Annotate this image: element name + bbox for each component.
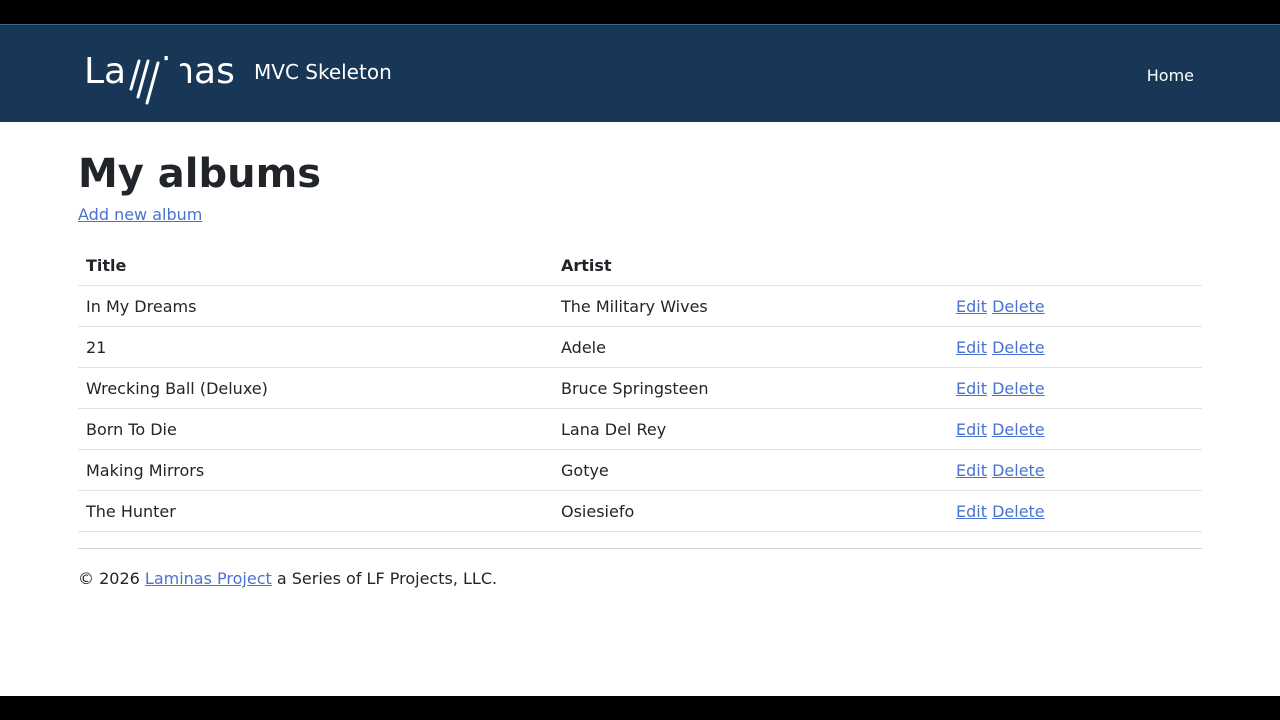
row-actions: Edit Delete xyxy=(948,326,1202,368)
album-artist: Adele xyxy=(553,326,948,368)
laminas-project-link[interactable]: Laminas Project xyxy=(145,569,272,588)
footer: © 2026 Laminas Project a Series of LF Pr… xyxy=(78,569,1202,588)
table-row: Wrecking Ball (Deluxe) Bruce Springsteen… xyxy=(78,367,1202,409)
delete-link[interactable]: Delete xyxy=(992,379,1045,398)
edit-link[interactable]: Edit xyxy=(956,420,987,439)
delete-link[interactable]: Delete xyxy=(992,297,1045,316)
delete-link[interactable]: Delete xyxy=(992,420,1045,439)
nav-home-link[interactable]: Home xyxy=(1147,66,1194,85)
album-title: Born To Die xyxy=(78,408,553,450)
footer-suffix: a Series of LF Projects, LLC. xyxy=(276,569,498,588)
album-artist: The Military Wives xyxy=(553,285,948,327)
row-actions: Edit Delete xyxy=(948,490,1202,532)
table-row: The Hunter Osiesiefo Edit Delete xyxy=(78,490,1202,532)
table-row: 21 Adele Edit Delete xyxy=(78,326,1202,368)
edit-link[interactable]: Edit xyxy=(956,338,987,357)
column-header-artist: Artist xyxy=(553,245,948,286)
add-new-album-link[interactable]: Add new album xyxy=(78,205,202,224)
row-actions: Edit Delete xyxy=(948,408,1202,450)
album-title: Making Mirrors xyxy=(78,449,553,491)
footer-divider xyxy=(78,548,1202,549)
page-title: My albums xyxy=(78,151,322,197)
album-title: Wrecking Ball (Deluxe) xyxy=(78,367,553,409)
delete-link[interactable]: Delete xyxy=(992,502,1045,521)
edit-link[interactable]: Edit xyxy=(956,461,987,480)
brand-link[interactable]: Laminas MVC Skeleton xyxy=(84,45,392,105)
album-artist: Gotye xyxy=(553,449,948,491)
albums-table: Title Artist In My Dreams The Military W… xyxy=(78,245,1202,532)
album-artist: Bruce Springsteen xyxy=(553,367,948,409)
row-actions: Edit Delete xyxy=(948,285,1202,327)
edit-link[interactable]: Edit xyxy=(956,502,987,521)
album-title: 21 xyxy=(78,326,553,368)
album-artist: Osiesiefo xyxy=(553,490,948,532)
row-actions: Edit Delete xyxy=(948,449,1202,491)
laminas-logo: Laminas xyxy=(84,51,235,105)
brand-subtitle: MVC Skeleton xyxy=(254,60,392,84)
delete-link[interactable]: Delete xyxy=(992,461,1045,480)
navbar: Laminas MVC Skeleton Home xyxy=(0,24,1280,122)
edit-link[interactable]: Edit xyxy=(956,379,987,398)
album-artist: Lana Del Rey xyxy=(553,408,948,450)
column-header-actions xyxy=(948,245,1202,286)
table-header-row: Title Artist xyxy=(78,245,1202,286)
delete-link[interactable]: Delete xyxy=(992,338,1045,357)
table-row: Making Mirrors Gotye Edit Delete xyxy=(78,449,1202,491)
column-header-title: Title xyxy=(78,245,553,286)
row-actions: Edit Delete xyxy=(948,367,1202,409)
copyright-text: © 2026 xyxy=(78,569,140,588)
album-title: The Hunter xyxy=(78,490,553,532)
album-title: In My Dreams xyxy=(78,285,553,327)
browser-viewport: Laminas MVC Skeleton Home My albums Add … xyxy=(0,24,1280,696)
table-row: In My Dreams The Military Wives Edit Del… xyxy=(78,285,1202,327)
table-row: Born To Die Lana Del Rey Edit Delete xyxy=(78,408,1202,450)
main-content: My albums Add new album Title Artist In … xyxy=(78,122,1202,588)
edit-link[interactable]: Edit xyxy=(956,297,987,316)
